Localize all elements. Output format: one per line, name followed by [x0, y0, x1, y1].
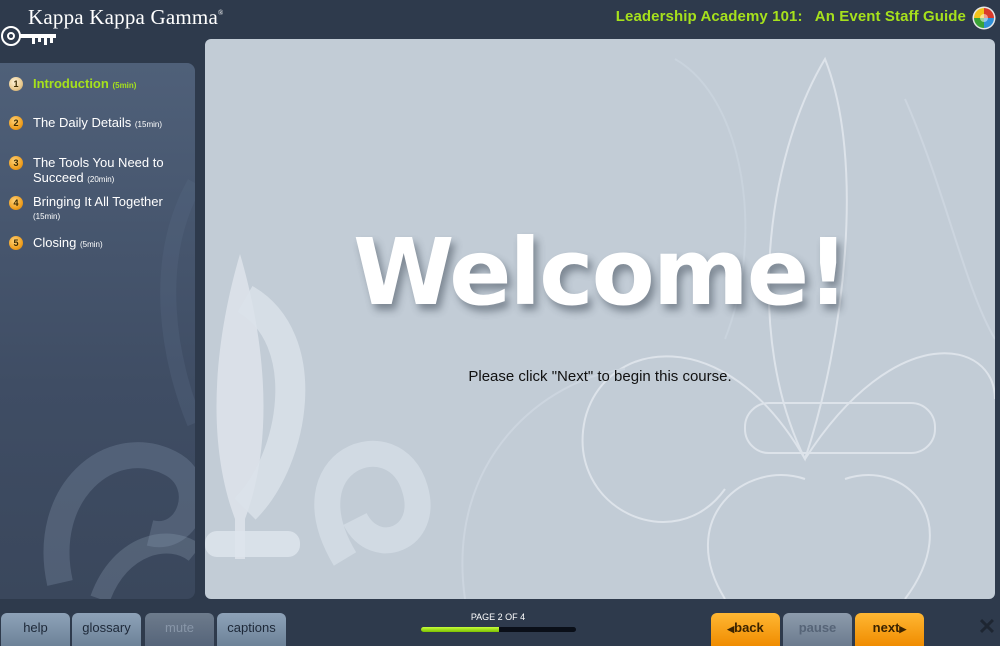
registered-mark: ® [218, 9, 224, 17]
back-label: back [734, 620, 764, 635]
mute-button[interactable]: mute [145, 613, 214, 646]
close-icon[interactable]: ✕ [977, 616, 997, 638]
instruction-text: Please click "Next" to begin this course… [468, 368, 732, 385]
captions-button[interactable]: captions [217, 613, 286, 646]
menu-item-label: Introduction [33, 76, 109, 91]
progress-fill [421, 627, 499, 632]
section-number-badge: 5 [9, 236, 23, 250]
menu-item-tools[interactable]: 3 The Tools You Need to Succeed (20min) [9, 155, 189, 187]
section-number-badge: 1 [9, 77, 23, 91]
pause-label: pause [798, 620, 837, 635]
menu-item-duration: (15min) [134, 120, 163, 129]
back-button[interactable]: ◀back [711, 613, 780, 646]
slide-content: Welcome! Please click "Next" to begin th… [205, 39, 995, 599]
menu-item-introduction[interactable]: 1 Introduction (5min) [9, 76, 189, 94]
progress-bar [421, 627, 576, 632]
menu-item-duration: (20min) [87, 175, 115, 184]
brand-name: Kappa Kappa Gamma [28, 5, 218, 29]
brand-logo: Kappa Kappa Gamma® [28, 5, 224, 30]
course-menu: 1 Introduction (5min) 2 The Daily Detail… [0, 63, 195, 599]
section-number-badge: 4 [9, 196, 23, 210]
triangle-right-icon: ▶ [899, 624, 907, 634]
next-button[interactable]: next▶ [855, 613, 924, 646]
menu-item-bringing-together[interactable]: 4 Bringing It All Together (15min) [9, 195, 189, 225]
menu-item-daily-details[interactable]: 2 The Daily Details (15min) [9, 115, 189, 133]
menu-item-duration: (15min) [33, 212, 61, 221]
next-label: next [872, 620, 900, 635]
section-number-badge: 2 [9, 116, 23, 130]
fleur-de-lis-decoration [43, 179, 195, 599]
help-button[interactable]: help [1, 613, 70, 646]
menu-item-duration: (5min) [112, 81, 137, 90]
menu-item-closing[interactable]: 5 Closing (5min) [9, 235, 189, 253]
menu-item-duration: (5min) [79, 240, 103, 249]
color-wheel-icon [972, 6, 996, 30]
menu-item-label: Closing [33, 235, 77, 250]
glossary-button[interactable]: glossary [72, 613, 141, 646]
header: Kappa Kappa Gamma® Leadership Academy 10… [0, 0, 1000, 46]
page-indicator: PAGE 2 OF 4 [470, 612, 526, 622]
menu-item-label: Bringing It All Together [33, 194, 163, 209]
welcome-heading: Welcome! [352, 219, 849, 326]
section-number-badge: 3 [9, 156, 23, 170]
pause-button[interactable]: pause [783, 613, 852, 646]
menu-item-label: The Daily Details [33, 115, 132, 130]
course-title: Leadership Academy 101: An Event Staff G… [615, 8, 966, 25]
